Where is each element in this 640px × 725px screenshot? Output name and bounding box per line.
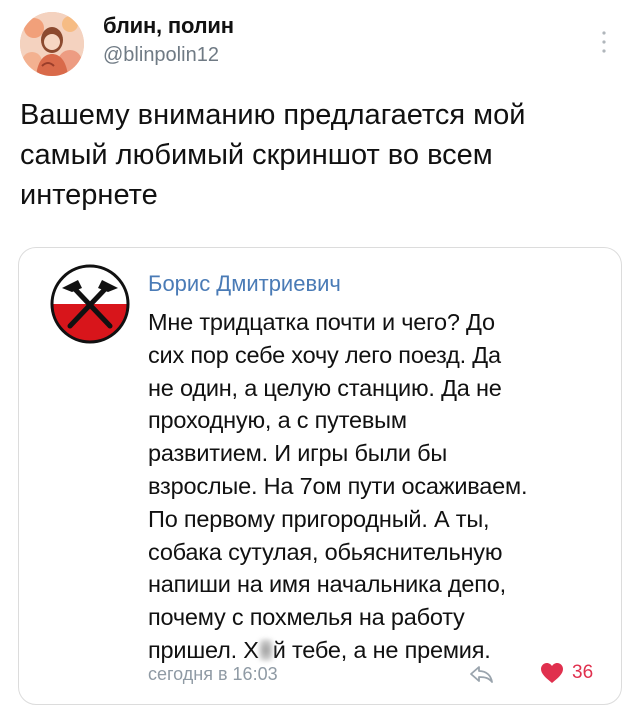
post-text-fragment: й тебе, а не премия. [272,636,491,663]
like-count: 36 [572,662,594,683]
post-text-line: почему с похмелья на работу [148,604,465,631]
avatar-illustration [20,12,84,76]
post-text-line: сих пор себе хочу лего поезд. Да [148,341,501,368]
more-vertical-icon[interactable] [598,28,610,56]
avatar[interactable] [20,12,84,76]
tweet-text: Вашему вниманию предлагается мой самый л… [20,99,526,211]
post-text-line: развитием. И игры были бы [148,440,448,467]
heart-icon [541,663,563,683]
post-text: Мне тридцатка почти и чего? До сих пор с… [148,306,613,667]
post-text-line: не один, а целую станцию. Да не [148,374,502,401]
like-button[interactable]: 36 [540,662,593,684]
censor-blur [258,638,273,661]
post-timestamp: сегодня в 16:03 [148,664,278,684]
post-text-line: Мне тридцатка почти и чего? До [148,309,495,335]
user-handle[interactable]: @blinpolin12 [103,44,219,67]
display-name[interactable]: блин, полин [103,13,234,39]
post-text-line: взрослые. На 7ом пути осаживаем. [148,472,528,499]
post-author-avatar[interactable] [48,262,132,346]
post-text-line: По первому пригородный. А ты, [148,505,490,532]
post-text-fragment: пришел. Х [148,636,259,663]
post-author-name[interactable]: Борис Дмитриевич [148,271,341,297]
reply-icon[interactable] [468,664,494,684]
post-text-line: напиши на имя начальника депо, [148,571,506,598]
post-text-line: собака сутулая, обьяснительную [148,538,503,565]
post-text-line: проходную, а с путевым [148,407,407,434]
